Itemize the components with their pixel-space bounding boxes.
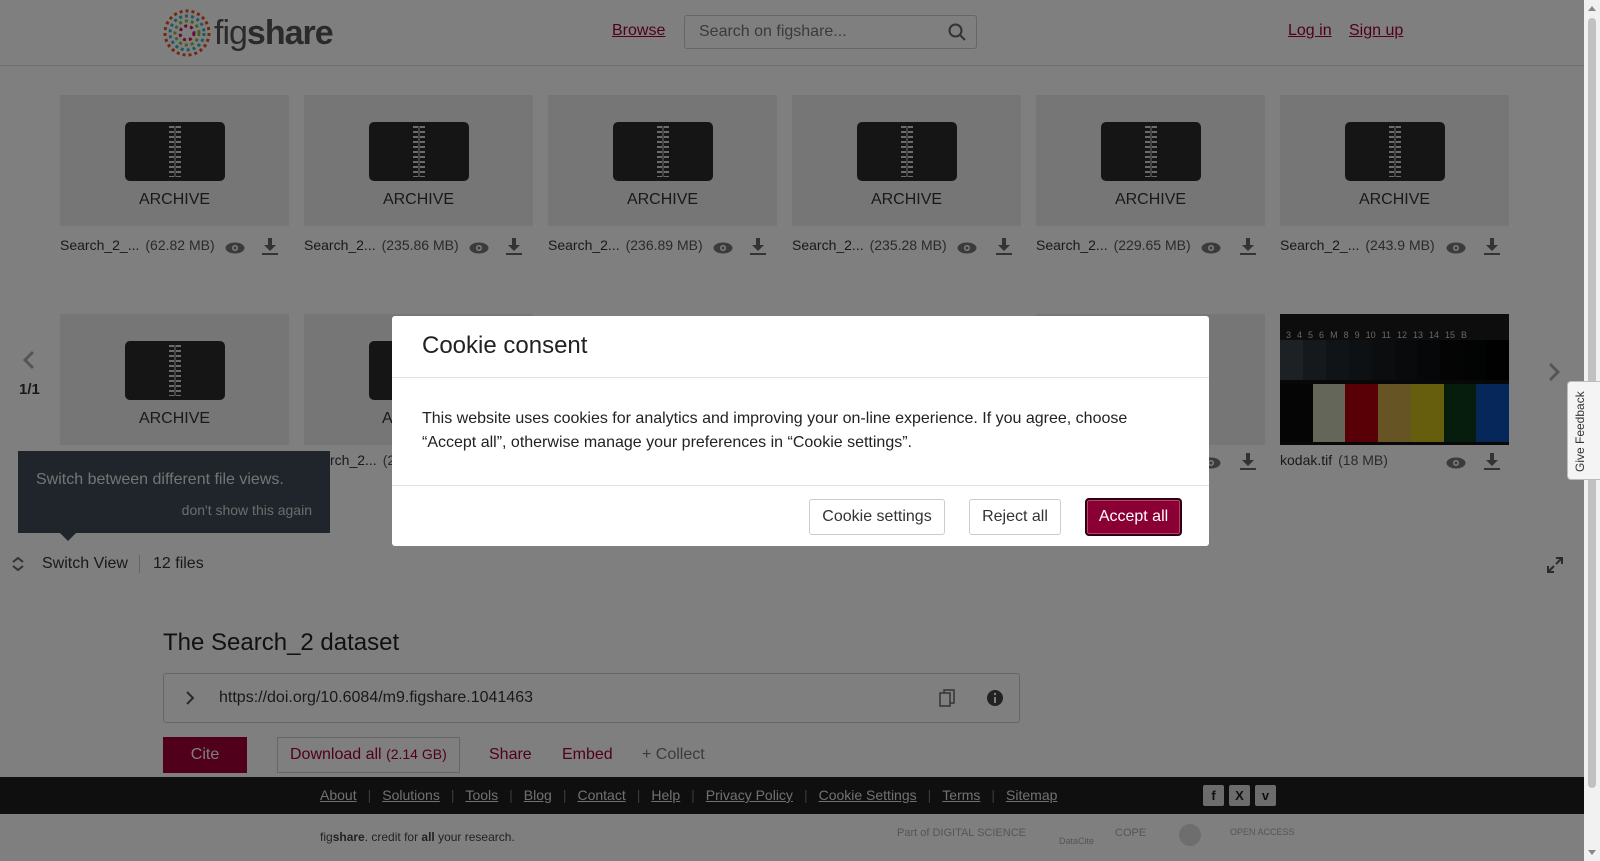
- dialog-body-text: This website uses cookies for analytics …: [422, 410, 1128, 451]
- cookie-settings-button[interactable]: Cookie settings: [809, 499, 945, 535]
- reject-all-button[interactable]: Reject all: [969, 499, 1061, 535]
- scroll-up-arrow-icon[interactable]: [1588, 6, 1596, 11]
- dialog-title: Cookie consent: [422, 332, 588, 359]
- accept-all-button[interactable]: Accept all: [1085, 498, 1182, 536]
- dialog-header: Cookie consent: [392, 316, 1209, 378]
- give-feedback-tab[interactable]: Give Feedback: [1567, 381, 1600, 480]
- cookie-consent-dialog: Cookie consent This website uses cookies…: [392, 316, 1209, 546]
- dialog-footer: Cookie settings Reject all Accept all: [392, 485, 1209, 547]
- scroll-down-arrow-icon[interactable]: [1588, 850, 1596, 855]
